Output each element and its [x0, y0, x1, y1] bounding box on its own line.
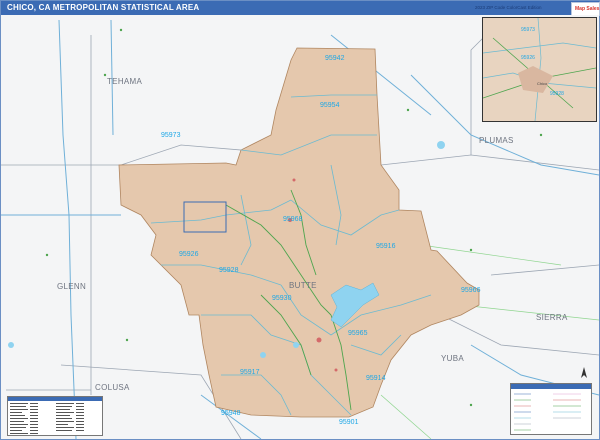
logo-text: Map Sales: [575, 6, 600, 12]
zip-label: 95948: [221, 410, 241, 417]
zip-label: 95954: [320, 102, 340, 109]
index-rows: [10, 403, 84, 434]
county-label-tehama: TEHAMA: [107, 77, 143, 86]
city-index-table: [7, 396, 103, 436]
zip-label: 95973: [161, 132, 181, 139]
publisher-logo: Map Sales: [571, 2, 600, 16]
title-bar: CHICO, CA METROPOLITAN STATISTICAL AREA …: [1, 1, 600, 16]
zip-label: 95968: [283, 216, 303, 223]
legend-header: [511, 384, 591, 389]
zip-label: 95928: [219, 267, 239, 274]
zip-label: 95942: [325, 55, 345, 62]
inset-zip-label: 95926: [521, 55, 535, 61]
zip-label: 95965: [348, 330, 368, 337]
county-label-butte: BUTTE: [289, 281, 317, 290]
north-arrow-icon: [581, 367, 587, 378]
county-label-colusa: COLUSA: [95, 383, 130, 392]
county-label-glenn: GLENN: [57, 282, 87, 291]
map-title: CHICO, CA METROPOLITAN STATISTICAL AREA: [7, 3, 200, 12]
legend-symbols: [514, 393, 581, 431]
zip-label: 95916: [376, 243, 396, 250]
inset-zip-label: 95973: [521, 27, 535, 33]
zip-label: 95966: [461, 287, 481, 294]
index-header: [8, 397, 102, 401]
inset-map[interactable]: 95973 95926 95928 Chico: [482, 17, 597, 122]
edition-label: 2023 ZIP Code ColorCast Edition: [475, 5, 542, 10]
zip-label: 95917: [240, 369, 260, 376]
map-legend: [510, 383, 592, 435]
inset-zip-label: 95928: [550, 91, 564, 97]
county-label-sierra: SIERRA: [536, 313, 568, 322]
inset-city-label: Chico: [537, 81, 548, 86]
county-label-yuba: YUBA: [441, 354, 464, 363]
county-label-plumas: PLUMAS: [479, 136, 514, 145]
zip-label: 95901: [339, 419, 359, 426]
zip-label: 95914: [366, 375, 386, 382]
zip-label: 95926: [179, 251, 199, 258]
zip-label: 95930: [272, 295, 292, 302]
